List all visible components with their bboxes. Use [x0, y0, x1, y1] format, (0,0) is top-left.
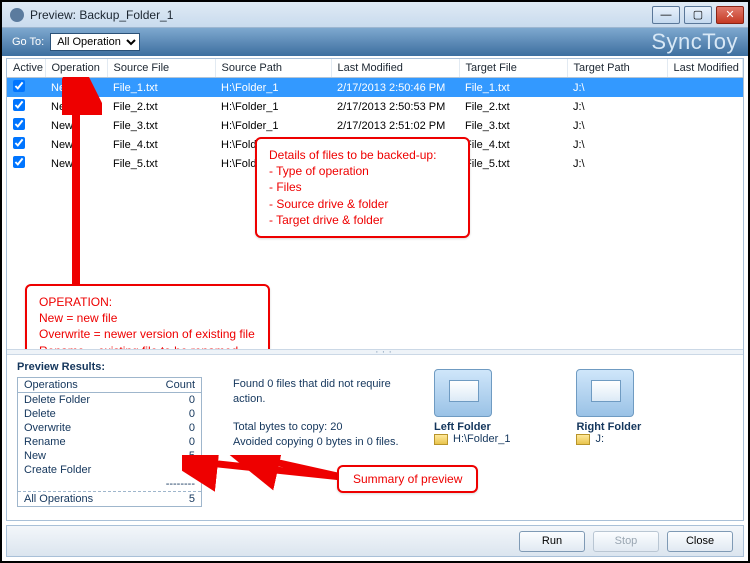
preview-results: Preview Results: Operations Count Delete…	[7, 355, 743, 520]
cell-last-modified: 2/17/2013 2:50:53 PM	[331, 97, 459, 116]
ops-row: Delete Folder0	[18, 393, 201, 407]
cell-last-modified: 2/17/2013 2:51:02 PM	[331, 116, 459, 135]
folder-icon	[576, 369, 634, 417]
active-checkbox[interactable]	[13, 156, 25, 168]
active-checkbox[interactable]	[13, 80, 25, 92]
cell-source-file: File_1.txt	[107, 78, 215, 98]
cell-target-path: J:\	[567, 154, 667, 173]
active-checkbox[interactable]	[13, 137, 25, 149]
summary-line-1: Found 0 files that did not require actio…	[233, 377, 418, 408]
col-active[interactable]: Active	[7, 59, 45, 78]
right-folder-block: Right Folder J:	[576, 369, 641, 516]
cell-target-path: J:\	[567, 135, 667, 154]
callout-summary: Summary of preview	[337, 465, 478, 493]
ops-row: New5	[18, 449, 201, 463]
cell-source-file: File_4.txt	[107, 135, 215, 154]
col-target-file[interactable]: Target File	[459, 59, 567, 78]
col-last-modified-2[interactable]: Last Modified	[667, 59, 743, 78]
folder-icon	[434, 369, 492, 417]
ops-row: Create Folder0	[18, 463, 201, 477]
minimize-button[interactable]: —	[652, 6, 680, 24]
ops-header-count: Count	[155, 379, 195, 391]
cell-source-path: H:\Folder_1	[215, 97, 331, 116]
arrow-summary-icon	[182, 455, 352, 495]
right-folder-path: J:	[595, 433, 604, 445]
stop-button[interactable]: Stop	[593, 531, 659, 552]
operations-table-wrap: Active Operation Source File Source Path…	[7, 59, 743, 349]
left-folder-label: Left Folder	[434, 421, 510, 433]
window-title: Preview: Backup_Folder_1	[30, 8, 652, 22]
cell-target-file: File_3.txt	[459, 116, 567, 135]
cell-target-file: File_4.txt	[459, 135, 567, 154]
right-folder-label: Right Folder	[576, 421, 641, 433]
col-operation[interactable]: Operation	[45, 59, 107, 78]
left-folder-block: Left Folder H:\Folder_1	[434, 369, 510, 516]
table-row[interactable]: NewFile_3.txtH:\Folder_12/17/2013 2:51:0…	[7, 116, 743, 135]
close-button-bottom[interactable]: Close	[667, 531, 733, 552]
active-checkbox[interactable]	[13, 118, 25, 130]
table-row[interactable]: NewFile_1.txtH:\Folder_12/17/2013 2:50:4…	[7, 78, 743, 98]
ops-row: Rename0	[18, 435, 201, 449]
col-last-modified[interactable]: Last Modified	[331, 59, 459, 78]
active-checkbox[interactable]	[13, 99, 25, 111]
col-source-file[interactable]: Source File	[107, 59, 215, 78]
callout-operation: OPERATION: New = new file Overwrite = ne…	[25, 284, 270, 349]
cell-source-path: H:\Folder_1	[215, 78, 331, 98]
cell-source-file: File_2.txt	[107, 97, 215, 116]
callout-details: Details of files to be backed-up: - Type…	[255, 137, 470, 238]
main-panel: Active Operation Source File Source Path…	[6, 58, 744, 521]
table-row[interactable]: NewFile_2.txtH:\Folder_12/17/2013 2:50:5…	[7, 97, 743, 116]
cell-target-path: J:\	[567, 116, 667, 135]
results-heading: Preview Results:	[17, 361, 217, 373]
window-controls: — ▢ ✕	[652, 6, 744, 24]
cell-source-file: File_3.txt	[107, 116, 215, 135]
cell-target-path: J:\	[567, 97, 667, 116]
app-icon	[10, 8, 24, 22]
close-button[interactable]: ✕	[716, 6, 744, 24]
cell-target-file: File_2.txt	[459, 97, 567, 116]
maximize-button[interactable]: ▢	[684, 6, 712, 24]
ops-row: Delete0	[18, 407, 201, 421]
toolbar: Go To: All Operations SyncToy	[2, 28, 748, 56]
ops-row: Overwrite0	[18, 421, 201, 435]
goto-label: Go To:	[12, 36, 44, 48]
titlebar[interactable]: Preview: Backup_Folder_1 — ▢ ✕	[2, 2, 748, 28]
small-folder-icon	[576, 434, 590, 445]
cell-source-path: H:\Folder_1	[215, 116, 331, 135]
ops-header-label: Operations	[24, 379, 155, 391]
left-folder-path: H:\Folder_1	[453, 433, 510, 445]
cell-source-file: File_5.txt	[107, 154, 215, 173]
cell-last-modified: 2/17/2013 2:50:46 PM	[331, 78, 459, 98]
brand-logo: SyncToy	[651, 29, 738, 55]
run-button[interactable]: Run	[519, 531, 585, 552]
col-source-path[interactable]: Source Path	[215, 59, 331, 78]
cell-target-file: File_1.txt	[459, 78, 567, 98]
col-target-path[interactable]: Target Path	[567, 59, 667, 78]
ops-total-label: All Operations	[24, 493, 155, 505]
cell-target-file: File_5.txt	[459, 154, 567, 173]
summary-line-3: Avoided copying 0 bytes in 0 files.	[233, 435, 418, 450]
summary-line-2: Total bytes to copy: 20	[233, 420, 418, 435]
small-folder-icon	[434, 434, 448, 445]
operations-summary-box: Operations Count Delete Folder0Delete0Ov…	[17, 377, 202, 507]
bottom-toolbar: Run Stop Close	[6, 525, 744, 557]
cell-target-path: J:\	[567, 78, 667, 98]
goto-select[interactable]: All Operations	[50, 33, 140, 51]
table-header-row[interactable]: Active Operation Source File Source Path…	[7, 59, 743, 78]
app-window: Preview: Backup_Folder_1 — ▢ ✕ Go To: Al…	[0, 0, 750, 563]
